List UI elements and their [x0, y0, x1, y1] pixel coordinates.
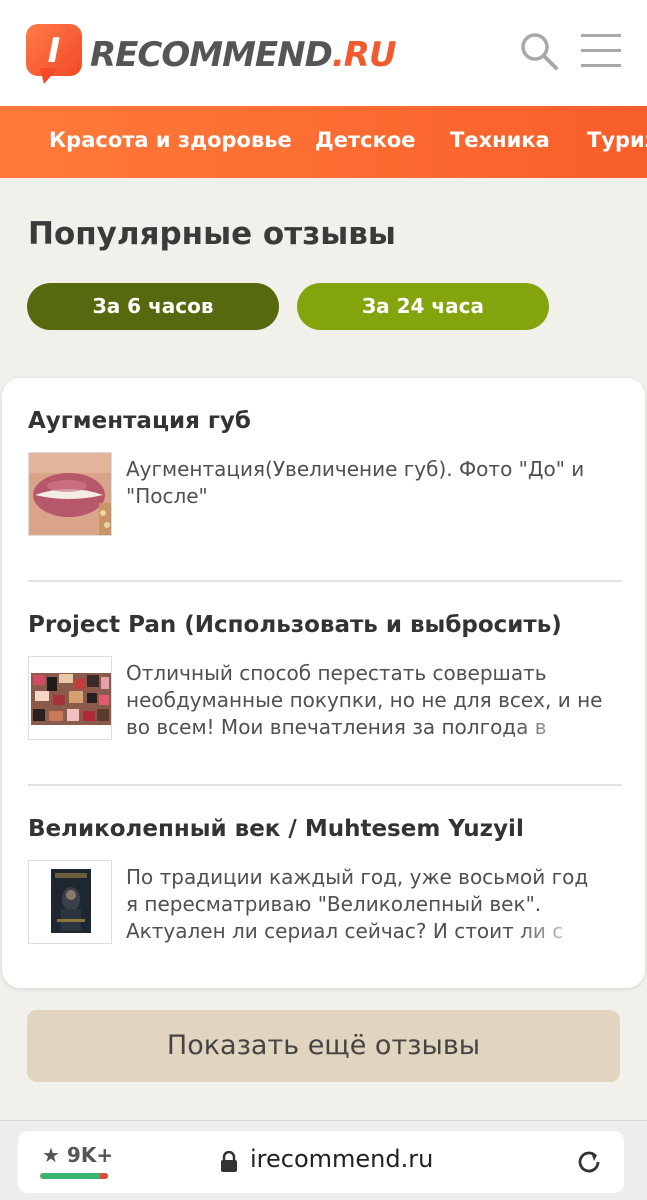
url-text[interactable]: irecommend.ru	[250, 1145, 433, 1173]
site-logo[interactable]: I RECOMMEND.RU	[26, 24, 397, 86]
reload-icon[interactable]	[574, 1147, 604, 1177]
review-item[interactable]: Аугментация губ Аугментация(Увеличение г…	[28, 408, 622, 536]
category-tech[interactable]: Техника	[450, 128, 550, 152]
review-excerpt[interactable]: Отличный способ перестать совершать необ…	[126, 660, 606, 741]
star-icon: ★	[42, 1143, 60, 1167]
logo-badge: I	[26, 24, 82, 86]
hamburger-menu-icon[interactable]	[580, 32, 622, 70]
review-excerpt[interactable]: По традиции каждый год, уже восьмой год …	[126, 864, 606, 945]
review-thumbnail-cosmetics[interactable]	[28, 656, 112, 740]
browser-address-bar: ★ 9K+ irecommend.ru	[0, 1120, 647, 1200]
category-kids[interactable]: Детское	[315, 128, 416, 152]
review-excerpt[interactable]: Аугментация(Увеличение губ). Фото "До" и…	[126, 456, 606, 512]
review-thumbnail-lips[interactable]	[28, 452, 112, 536]
review-title[interactable]: Project Pan (Использовать и выбросить)	[28, 612, 622, 638]
category-beauty[interactable]: Красота и здоровье	[49, 128, 292, 152]
section-title: Популярные отзывы	[28, 216, 396, 252]
rating-bar	[40, 1173, 108, 1179]
lock-icon	[220, 1150, 238, 1173]
logo-text: RECOMMEND.RU	[90, 35, 397, 75]
site-header: I RECOMMEND.RU	[0, 0, 647, 106]
divider	[28, 580, 622, 582]
category-nav: Красота и здоровье Детское Техника Туриз…	[0, 106, 647, 178]
show-more-button[interactable]: Показать ещё отзывы	[27, 1010, 620, 1082]
review-item[interactable]: Великолепный век / Muhtesem Yuzyil По тр…	[28, 816, 622, 945]
url-box[interactable]: ★ 9K+ irecommend.ru	[18, 1131, 624, 1193]
reviews-card: Аугментация губ Аугментация(Увеличение г…	[2, 378, 645, 988]
site-rating[interactable]: ★ 9K+	[42, 1143, 113, 1167]
divider	[28, 784, 622, 786]
search-icon[interactable]	[518, 30, 560, 72]
review-title[interactable]: Аугментация губ	[28, 408, 622, 434]
text-fade	[516, 714, 606, 741]
logo-letter: I	[47, 31, 61, 71]
review-item[interactable]: Project Pan (Использовать и выбросить) О…	[28, 612, 622, 741]
review-title[interactable]: Великолепный век / Muhtesem Yuzyil	[28, 816, 622, 842]
period-6h-button[interactable]: За 6 часов	[27, 283, 279, 330]
category-tourism[interactable]: Туризм	[587, 128, 647, 152]
period-24h-button[interactable]: За 24 часа	[297, 283, 549, 330]
review-thumbnail-poster[interactable]	[28, 860, 112, 944]
text-fade	[516, 918, 606, 945]
